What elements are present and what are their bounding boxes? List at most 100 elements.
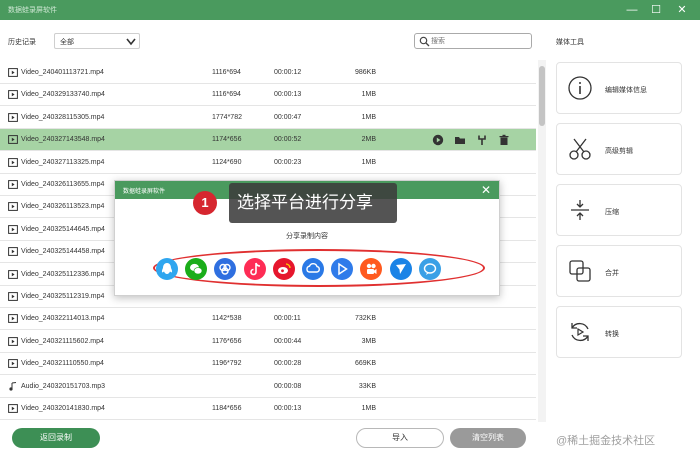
video-file-icon <box>8 135 18 145</box>
search-input[interactable] <box>431 36 529 47</box>
trash-icon[interactable] <box>498 134 510 146</box>
wechat-icon[interactable] <box>185 258 208 280</box>
file-resolution: 1174*656 <box>212 136 242 144</box>
dialog-title: 数据蛙录屏软件 <box>123 189 166 195</box>
music-note-icon <box>9 381 17 391</box>
chat-bubble-icon[interactable] <box>418 258 441 280</box>
table-row[interactable]: Video_240322114013.mp4 1142*538 00:00:11 73… <box>0 308 536 331</box>
filter-value: 全部 <box>60 39 74 46</box>
video-file-icon <box>8 157 18 167</box>
file-duration: 00:00:08 <box>274 382 302 390</box>
tool-convert[interactable]: 转换 <box>556 306 682 358</box>
window-title: 数据蛙录屏软件 <box>8 7 57 14</box>
watermark: @稀土掘金技术社区 <box>556 435 656 447</box>
play-store-icon[interactable] <box>331 258 354 280</box>
video-file-icon <box>8 90 18 100</box>
video-file-icon <box>8 247 18 257</box>
video-file-icon <box>8 359 18 369</box>
convert-icon <box>571 322 589 342</box>
table-row[interactable]: Audio_240320151703.mp3 00:00:08 33KB <box>0 376 536 398</box>
close-icon[interactable]: ✕ <box>674 2 690 18</box>
merge-icon <box>569 260 591 282</box>
tool-merge[interactable]: 合并 <box>556 245 682 297</box>
file-duration: 00:00:13 <box>274 91 302 99</box>
file-name: Audio_240320151703.mp3 <box>21 382 106 390</box>
filter-select[interactable]: 全部 <box>54 33 140 49</box>
file-duration: 00:00:11 <box>274 315 301 323</box>
file-resolution: 1142*538 <box>212 315 242 323</box>
video-file-icon <box>8 404 18 413</box>
search-box[interactable] <box>414 33 532 49</box>
cloud-icon[interactable] <box>302 258 324 280</box>
table-row[interactable]: Video_240321115602.mp4 1176*656 00:00:44 3M… <box>0 331 536 353</box>
history-label: 历史记录 <box>8 39 36 46</box>
file-name: Video_240326113655.mp4 <box>21 181 105 188</box>
table-row[interactable]: Video_240320141830.mp4 1184*656 00:00:13 1M… <box>0 398 536 420</box>
table-row[interactable]: Video_240321110550.mp4 1196*792 00:00:28 66… <box>0 353 536 376</box>
scissors-icon <box>569 138 591 160</box>
file-resolution: 1124*690 <box>212 158 242 166</box>
file-name: Video_240328115305.mp4 <box>21 113 105 121</box>
video-file-icon <box>8 68 18 77</box>
tool-label: 压缩 <box>605 209 619 216</box>
file-duration: 00:00:23 <box>274 158 302 166</box>
file-size: 33KB <box>358 382 376 390</box>
file-duration: 00:00:47 <box>274 113 302 121</box>
tool-label: 合并 <box>605 270 619 277</box>
title-bar: 数据蛙录屏软件 — ☐ ✕ <box>0 0 700 20</box>
search-icon <box>419 36 430 47</box>
tool-edit-info[interactable]: 编辑媒体信息 <box>556 62 682 114</box>
video-file-icon <box>8 112 18 122</box>
minimize-icon[interactable]: — <box>624 2 640 18</box>
file-resolution: 1774*782 <box>212 113 242 121</box>
file-resolution: 1116*694 <box>212 91 241 99</box>
video-file-icon <box>8 224 18 234</box>
file-name: Video_240325144645.mp4 <box>21 225 105 233</box>
file-size: 1MB <box>361 91 376 99</box>
file-duration: 00:00:12 <box>274 69 302 76</box>
table-row[interactable]: Video_240328115305.mp4 1774*782 00:00:47 1M… <box>0 107 536 129</box>
wrench-icon[interactable] <box>476 134 488 146</box>
kuaishou-icon[interactable] <box>360 258 383 280</box>
file-name: Video_240326113523.mp4 <box>21 203 105 211</box>
file-resolution: 1116*694 <box>212 69 241 76</box>
video-file-icon <box>8 180 18 189</box>
chevron-down-icon <box>126 38 136 46</box>
file-name: Video_240329133740.mp4 <box>21 91 105 99</box>
file-name: Video_240325144458.mp4 <box>21 248 105 256</box>
back-to-record-button[interactable]: 返回录制 <box>12 428 100 448</box>
tool-label: 编辑媒体信息 <box>605 87 647 94</box>
import-button[interactable]: 导入 <box>356 428 444 448</box>
feather-icon[interactable] <box>389 258 412 280</box>
file-duration: 00:00:28 <box>274 360 302 368</box>
callout-tooltip: 选择平台进行分享 <box>229 183 397 223</box>
video-file-icon <box>8 336 18 346</box>
qq-icon[interactable] <box>156 258 178 280</box>
scrollbar-thumb[interactable] <box>539 66 545 126</box>
tool-advanced-cut[interactable]: 高级剪辑 <box>556 123 682 175</box>
file-name: Video_240322114013.mp4 <box>21 315 105 323</box>
dialog-subtitle: 分享录制内容 <box>286 233 328 240</box>
file-name: Video_240325112319.mp4 <box>21 293 105 300</box>
rings-icon[interactable] <box>214 258 237 280</box>
file-name: Video_240327143548.mp4 <box>21 136 105 144</box>
file-resolution: 1176*656 <box>212 337 242 345</box>
video-file-icon <box>8 202 18 212</box>
weibo-icon[interactable] <box>272 258 295 280</box>
clear-list-button[interactable]: 清空列表 <box>450 428 526 448</box>
table-row[interactable]: Video_240327113325.mp4 1124*690 00:00:23 1M… <box>0 152 536 174</box>
table-row[interactable]: Video_240329133740.mp4 1116*694 00:00:13 1M… <box>0 84 536 107</box>
file-size: 669KB <box>354 360 376 368</box>
dialog-close-icon[interactable]: ✕ <box>479 183 493 197</box>
media-tools-title: 媒体工具 <box>556 39 584 46</box>
play-icon[interactable] <box>432 134 444 146</box>
table-row[interactable]: Video_240401113721.mp4 1116*694 00:00:12 98… <box>0 62 536 84</box>
tiktok-icon[interactable] <box>243 258 266 280</box>
compress-icon <box>571 200 589 220</box>
file-name: Video_240321110550.mp4 <box>21 360 104 368</box>
tool-label: 转换 <box>605 331 619 338</box>
table-row[interactable]: Video_240327143548.mp4 1174*656 00:00:52 2M… <box>0 129 536 152</box>
maximize-icon[interactable]: ☐ <box>648 2 664 18</box>
tool-compress[interactable]: 压缩 <box>556 184 682 236</box>
folder-icon[interactable] <box>454 134 466 146</box>
